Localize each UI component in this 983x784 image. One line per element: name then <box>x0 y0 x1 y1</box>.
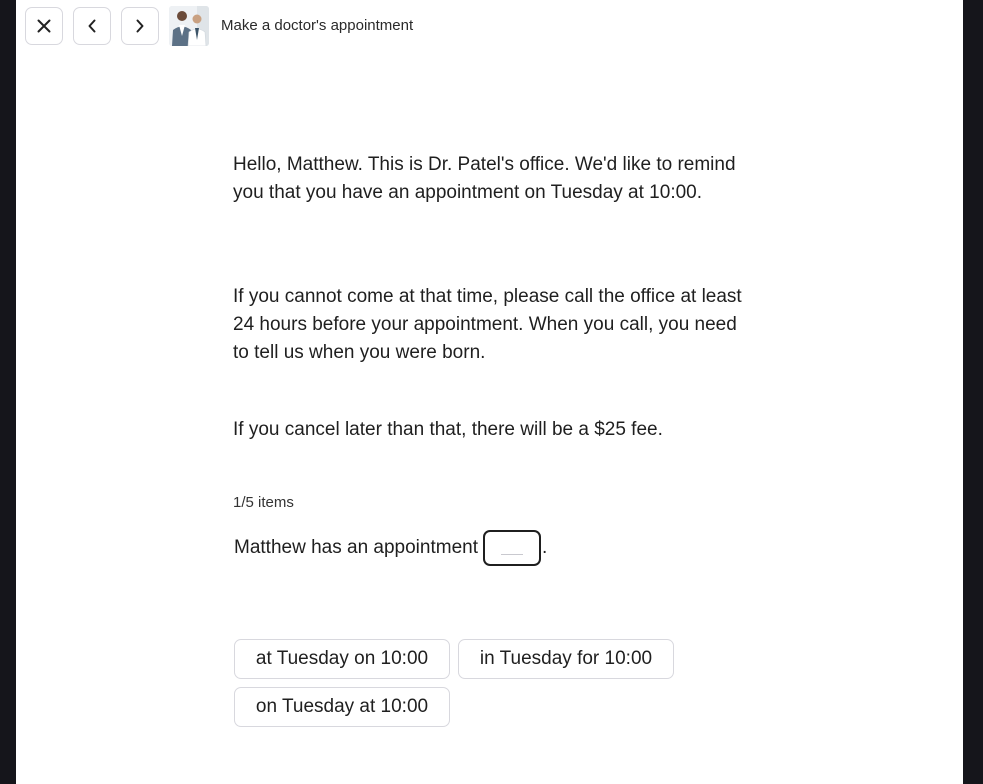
question-punctuation: . <box>542 537 548 558</box>
lesson-thumbnail <box>169 6 209 46</box>
item-counter: 1/5 items <box>233 494 294 511</box>
left-edge <box>0 0 16 784</box>
lesson-page: Make a doctor's appointment Hello, Matth… <box>16 0 963 784</box>
chevron-right-icon <box>136 19 144 33</box>
reading-paragraph-3: If you cancel later than that, there wil… <box>233 419 663 440</box>
chevron-left-icon <box>88 19 96 33</box>
right-edge <box>963 0 983 784</box>
answer-option-3[interactable]: on Tuesday at 10:00 <box>234 687 450 727</box>
answer-option-2[interactable]: in Tuesday for 10:00 <box>458 639 674 679</box>
reading-paragraph-1: Hello, Matthew. This is Dr. Patel's offi… <box>233 154 736 203</box>
question-sentence: Matthew has an appointment . <box>234 530 547 566</box>
answer-blank[interactable] <box>483 530 541 566</box>
close-icon <box>37 19 51 33</box>
close-button[interactable] <box>25 7 63 45</box>
blank-placeholder <box>501 554 523 555</box>
question-prompt: Matthew has an appointment <box>234 537 478 558</box>
answer-option-1[interactable]: at Tuesday on 10:00 <box>234 639 450 679</box>
forward-button[interactable] <box>121 7 159 45</box>
lesson-title: Make a doctor's appointment <box>221 17 414 34</box>
back-button[interactable] <box>73 7 111 45</box>
reading-paragraph-2: If you cannot come at that time, please … <box>233 286 742 363</box>
